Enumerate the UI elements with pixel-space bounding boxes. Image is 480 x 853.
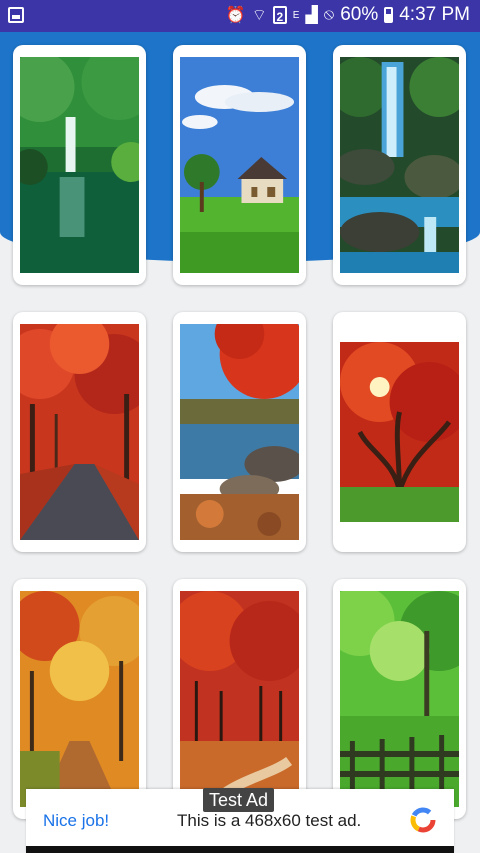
wallpaper-card-waterfall-forest[interactable] <box>13 45 146 285</box>
wallpaper-thumbnail <box>340 591 459 807</box>
wallpaper-grid <box>0 0 480 853</box>
wallpaper-card-autumn-lake[interactable] <box>173 312 306 552</box>
wallpaper-thumbnail <box>20 591 139 807</box>
wallpaper-thumbnail <box>340 342 459 522</box>
wallpaper-card-green-forest-fence[interactable] <box>333 579 466 819</box>
wallpaper-thumbnail <box>180 591 299 807</box>
wallpaper-card-forest-waterfall-rocks[interactable] <box>333 45 466 285</box>
test-ad-badge: Test Ad <box>203 788 275 812</box>
wallpaper-card-house-on-meadow[interactable] <box>173 45 306 285</box>
wallpaper-thumbnail <box>180 324 299 540</box>
wallpaper-thumbnail <box>20 57 139 273</box>
wallpaper-thumbnail <box>340 57 459 273</box>
wallpaper-card-autumn-road[interactable] <box>13 312 146 552</box>
wallpaper-card-autumn-trail[interactable] <box>173 579 306 819</box>
ad-description: This is a 468x60 test ad. <box>177 811 362 830</box>
ad-title[interactable]: Nice job! <box>43 811 109 831</box>
ad-bottom-edge <box>26 846 454 853</box>
wallpaper-thumbnail <box>180 57 299 273</box>
adchoices-logo-icon[interactable] <box>410 807 436 833</box>
wallpaper-thumbnail <box>20 324 139 540</box>
wallpaper-card-red-maple-tree[interactable] <box>333 312 466 552</box>
wallpaper-card-autumn-path[interactable] <box>13 579 146 819</box>
